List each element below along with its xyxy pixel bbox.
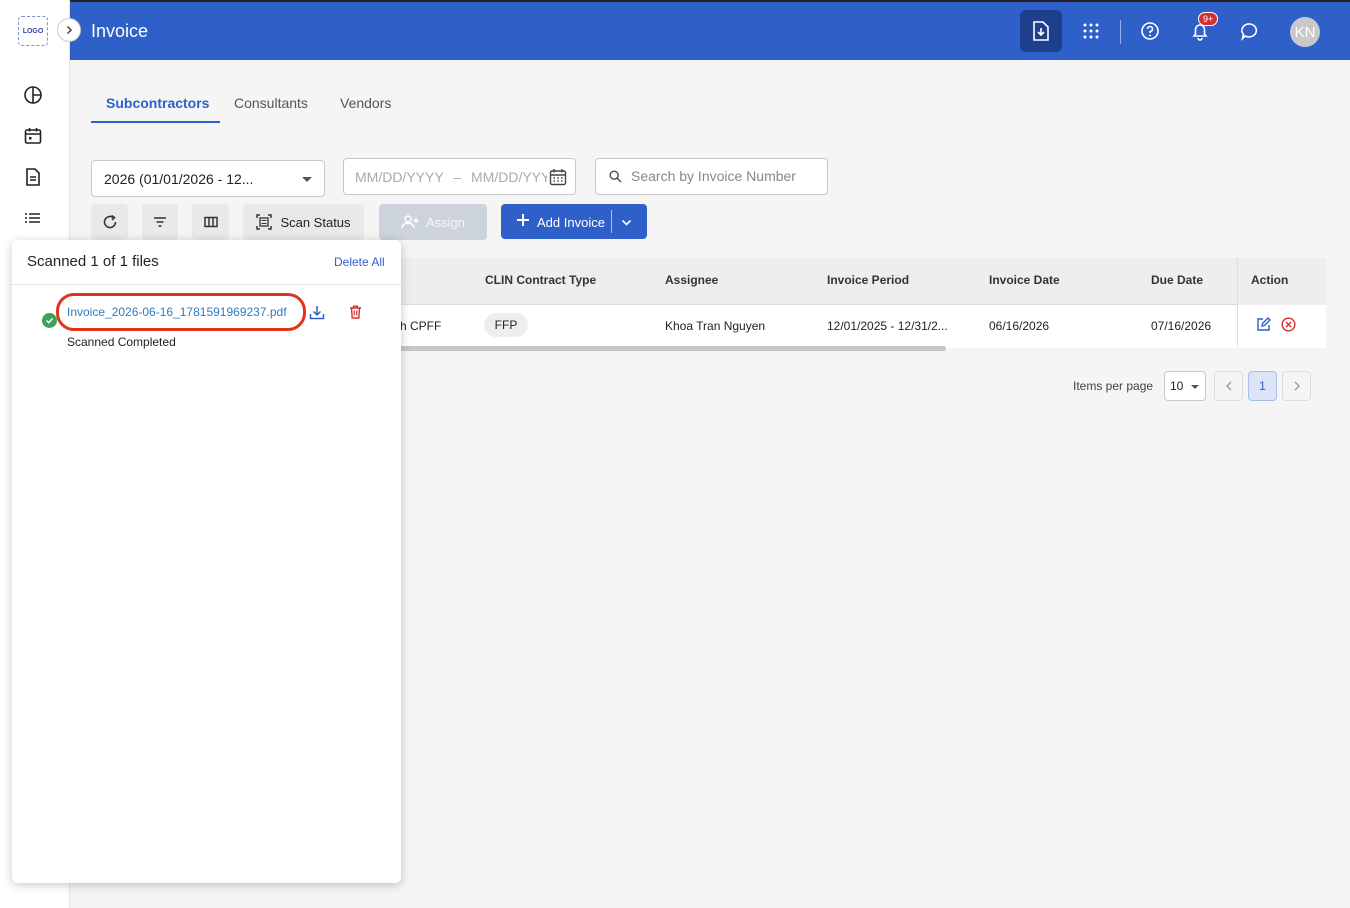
items-per-page-label: Items per page: [1073, 379, 1154, 393]
assign-button[interactable]: Assign: [379, 204, 487, 240]
chat-icon: [1241, 23, 1258, 41]
person-add-icon: [401, 215, 419, 229]
date-start-placeholder: MM/DD/YYYY: [355, 169, 444, 185]
scan-status-text: Scanned Completed: [67, 335, 176, 349]
column-header-action: Action: [1251, 273, 1289, 287]
date-range-picker[interactable]: MM/DD/YYYY – MM/DD/YYYY: [343, 158, 576, 195]
scan-status-button[interactable]: Scan Status: [243, 204, 364, 240]
filter-icon: [154, 217, 166, 227]
calendar-icon[interactable]: [22, 125, 44, 147]
user-avatar[interactable]: KN: [1290, 17, 1320, 47]
column-header-clin-contract-type[interactable]: CLIN Contract Type: [485, 273, 596, 287]
column-header-assignee[interactable]: Assignee: [665, 273, 718, 287]
invoice-search: [595, 158, 828, 195]
download-invoice-button[interactable]: [1020, 10, 1062, 52]
assign-label: Assign: [425, 214, 466, 230]
help-icon: [1141, 22, 1159, 40]
scan-icon: [256, 214, 273, 230]
grid-icon: [1083, 23, 1099, 39]
scan-status-panel: Scanned 1 of 1 files Delete All Invoice_…: [12, 240, 401, 883]
header-divider: [1120, 20, 1121, 44]
page-title: Invoice: [91, 21, 149, 41]
columns-icon: [203, 216, 218, 228]
help-button[interactable]: [1129, 10, 1171, 52]
search-icon: [609, 170, 622, 188]
chevron-right-icon: [1294, 381, 1300, 391]
clin-contract-type-chip: FFP: [484, 313, 528, 337]
columns-button[interactable]: [192, 204, 229, 240]
invoice-period-cell: 12/01/2025 - 12/31/2...: [827, 319, 948, 333]
column-header-due-date[interactable]: Due Date: [1151, 273, 1203, 287]
scan-status-label: Scan Status: [280, 214, 351, 230]
add-invoice-button[interactable]: Add Invoice: [501, 204, 647, 239]
invoice-table: CLIN Contract Type Assignee Invoice Peri…: [400, 258, 1326, 351]
plus-icon: [516, 213, 530, 230]
refresh-button[interactable]: [91, 204, 128, 240]
download-icon[interactable]: [309, 305, 325, 325]
tab-vendors[interactable]: Vendors: [340, 95, 391, 111]
list-icon[interactable]: [22, 207, 44, 229]
apps-button[interactable]: [1070, 10, 1112, 52]
invoice-date-cell: 06/16/2026: [989, 319, 1050, 333]
refresh-icon: [103, 214, 116, 229]
items-per-page-value: 10: [1170, 379, 1184, 393]
caret-down-icon: [302, 177, 312, 182]
caret-down-icon: [1191, 385, 1199, 389]
date-separator: –: [453, 169, 462, 185]
logo: LOGO: [18, 16, 48, 46]
assignee-cell: Khoa Tran Nguyen: [665, 319, 766, 333]
add-invoice-label: Add Invoice: [537, 215, 605, 230]
items-per-page-select[interactable]: 10: [1164, 371, 1206, 401]
previous-page-button[interactable]: [1214, 371, 1243, 401]
filter-button[interactable]: [142, 204, 178, 240]
dashboard-icon[interactable]: [22, 84, 44, 106]
period-select[interactable]: 2026 (01/01/2026 - 12...: [91, 160, 325, 197]
tab-subcontractors[interactable]: Subcontractors: [106, 95, 209, 111]
check-circle-icon: [42, 313, 57, 328]
messages-button[interactable]: [1229, 10, 1271, 52]
column-header-invoice-period[interactable]: Invoice Period: [827, 273, 909, 287]
next-page-button[interactable]: [1282, 371, 1311, 401]
column-header-invoice-date[interactable]: Invoice Date: [989, 273, 1060, 287]
period-select-value: 2026 (01/01/2026 - 12...: [104, 171, 254, 187]
table-header: CLIN Contract Type Assignee Invoice Peri…: [400, 258, 1326, 305]
chevron-left-icon: [1225, 381, 1231, 391]
add-invoice-divider: [611, 210, 612, 233]
file-download-icon: [1033, 21, 1049, 41]
due-date-cell: 07/16/2026: [1151, 319, 1212, 333]
app-header: Invoice 9+ KN: [70, 0, 1350, 60]
horizontal-scrollbar[interactable]: [400, 346, 946, 351]
cancel-circle-icon[interactable]: [1281, 317, 1296, 337]
trash-icon[interactable]: [349, 305, 362, 324]
chevron-down-icon[interactable]: [621, 216, 632, 231]
notification-badge: 9+: [1198, 12, 1219, 26]
scanned-file-link[interactable]: Invoice_2026-06-16_1781591969237.pdf: [56, 293, 306, 331]
chevron-right-icon: [66, 25, 73, 35]
search-input[interactable]: [631, 168, 821, 184]
active-tab-indicator: [91, 121, 220, 123]
scan-panel-title: Scanned 1 of 1 files: [27, 253, 159, 270]
delete-all-button[interactable]: Delete All: [334, 255, 385, 269]
edit-icon[interactable]: [1256, 317, 1271, 337]
contract-type-cell: h CPFF: [400, 319, 442, 333]
tab-consultants[interactable]: Consultants: [234, 95, 308, 111]
action-column: Action: [1237, 258, 1326, 346]
document-icon[interactable]: [22, 166, 44, 188]
panel-divider: [12, 284, 401, 285]
calendar-icon[interactable]: [547, 168, 567, 189]
page-button-current[interactable]: 1: [1248, 371, 1277, 401]
sidebar-expand-button[interactable]: [57, 18, 81, 42]
